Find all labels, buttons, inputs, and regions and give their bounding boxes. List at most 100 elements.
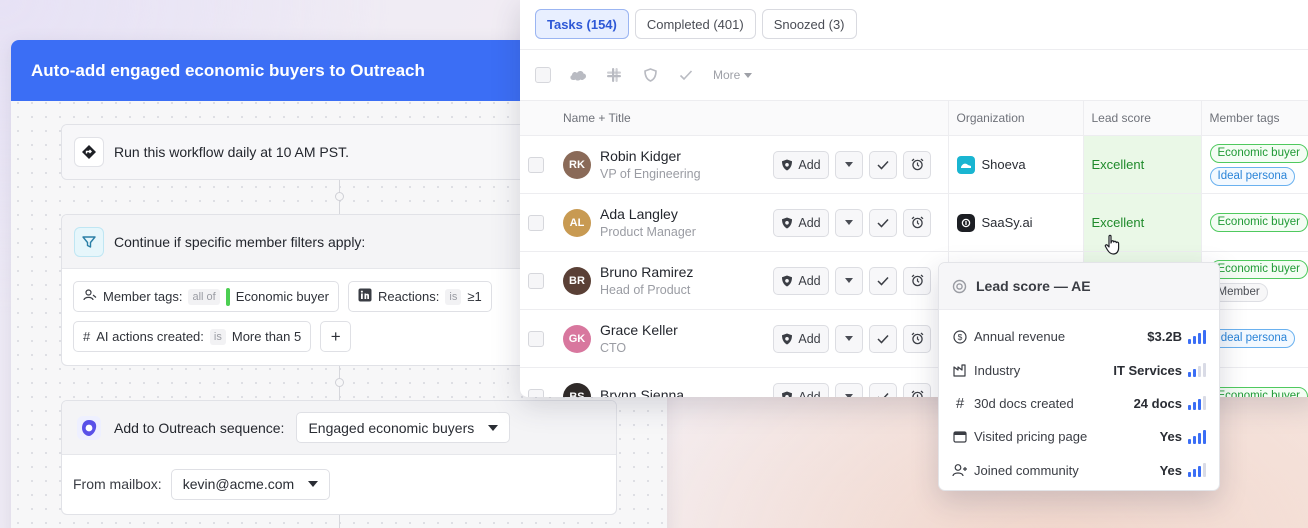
add-button[interactable]: Add [773,150,829,179]
sequence-select[interactable]: Engaged economic buyers [296,412,511,443]
factor-value: IT Services [1113,362,1182,378]
avatar: RK [563,150,591,179]
person-name: Robin Kidger [600,148,681,164]
score-factor-row: Industry IT Services [952,353,1206,386]
person-title: CTO [600,341,627,355]
filter-text: Continue if specific member filters appl… [114,233,366,250]
filter-member-tags[interactable]: Member tags: all of Economic buyer [73,281,339,312]
score-factor-row: Joined community Yes [952,454,1206,487]
add-menu-button[interactable] [835,382,863,397]
alarm-clock-icon [911,158,923,171]
member-tag: Economic buyer [1209,143,1308,163]
snooze-button[interactable] [903,266,931,295]
hand-cursor-icon [1104,234,1120,255]
strength-bars [1188,429,1206,444]
sequence-value: Engaged economic buyers [308,419,475,436]
mailbox-label: From mailbox: [73,476,162,492]
chevron-down-icon [845,162,853,167]
hash-icon: # [83,329,91,344]
snooze-button[interactable] [903,324,931,353]
chevron-down-icon [308,481,319,487]
header-spacer [520,100,555,136]
schedule-text: Run this workflow daily at 10 AM PST. [114,144,349,160]
shield-icon [782,217,793,228]
chevron-down-icon [845,278,853,283]
shoeva-logo-icon [956,155,975,174]
add-label: Add [798,157,821,172]
snooze-button[interactable] [903,208,931,237]
lead-score[interactable]: Excellent [1082,193,1201,252]
check-icon[interactable] [677,66,695,84]
score-factor-row: # 30d docs created 24 docs [952,387,1206,420]
avatar: BR [563,266,591,295]
connector-line [339,514,340,528]
more-menu[interactable]: More [713,68,753,82]
complete-button[interactable] [869,266,897,295]
browser-icon [952,431,968,443]
salesforce-icon[interactable] [569,66,587,84]
popover-title: Lead score — AE [976,278,1091,294]
factor-label: Joined community [974,462,1079,478]
score-factor-row: Visited pricing page Yes [952,420,1206,453]
add-menu-button[interactable] [835,208,863,237]
complete-button[interactable] [869,208,897,237]
add-button[interactable]: Add [773,208,829,237]
table-row[interactable]: AL Ada Langley Product Manager Add SaaSy… [520,193,1308,252]
chevron-down-icon [488,424,499,431]
filter-label: Member tags: [103,289,183,304]
complete-button[interactable] [869,382,897,397]
organization-name: SaaSy.ai [981,215,1033,230]
add-button[interactable]: Add [773,382,829,397]
snooze-button[interactable] [903,150,931,179]
filter-reactions[interactable]: Reactions: is ≥1 [347,281,492,312]
alarm-clock-icon [911,332,923,345]
complete-button[interactable] [869,324,897,353]
chevron-down-icon [744,72,753,78]
more-label: More [713,68,741,82]
add-menu-button[interactable] [835,324,863,353]
person-title: Head of Product [600,283,691,297]
task-tabs: Tasks (154) Completed (401) Snoozed (3) [520,0,1308,49]
lead-score[interactable]: Excellent [1082,135,1201,194]
complete-button[interactable] [869,150,897,179]
row-checkbox[interactable] [528,272,544,289]
table-row[interactable]: RK Robin Kidger VP of Engineering Add Sh… [520,135,1308,194]
diamond-arrow-icon [74,137,104,167]
row-checkbox[interactable] [528,214,544,231]
slack-icon[interactable] [605,66,623,84]
row-checkbox[interactable] [528,388,544,397]
add-menu-button[interactable] [835,266,863,295]
alarm-clock-icon [911,216,923,229]
mailbox-select[interactable]: kevin@acme.com [170,468,331,500]
tab-completed[interactable]: Completed (401) [634,9,756,39]
add-button[interactable]: Add [773,324,829,353]
factor-value: Yes [1159,462,1182,478]
person-title: VP of Engineering [600,167,701,181]
user-tag-icon [83,288,97,305]
member-tag: Economic buyer [1209,213,1308,232]
check-icon [877,334,889,344]
shield-icon[interactable] [641,66,659,84]
filter-label: AI actions created: [96,329,204,344]
outreach-step[interactable]: Add to Outreach sequence: Engaged econom… [61,400,617,515]
row-checkbox[interactable] [528,330,544,347]
add-menu-button[interactable] [835,150,863,179]
column-header-member-tags: Member tags [1200,100,1308,136]
filter-ai-actions[interactable]: # AI actions created: is More than 5 [73,321,312,352]
filter-operator: is [209,328,226,345]
saasy-logo-icon [956,213,975,232]
row-checkbox[interactable] [528,156,544,173]
select-all-checkbox[interactable] [535,67,551,83]
snooze-button[interactable] [903,382,931,397]
person-name: Brynn Sienna [600,387,685,397]
filter-label: Reactions: [377,289,440,304]
connector-dot [335,192,344,201]
shield-icon [782,275,793,286]
tab-tasks[interactable]: Tasks (154) [535,9,629,39]
member-tag: Ideal persona [1209,329,1296,348]
dollar-icon: $ [952,330,968,344]
add-button[interactable]: Add [773,266,829,295]
chevron-down-icon [845,220,853,225]
tab-snoozed[interactable]: Snoozed (3) [761,9,857,39]
add-filter-button[interactable]: + [320,321,352,352]
